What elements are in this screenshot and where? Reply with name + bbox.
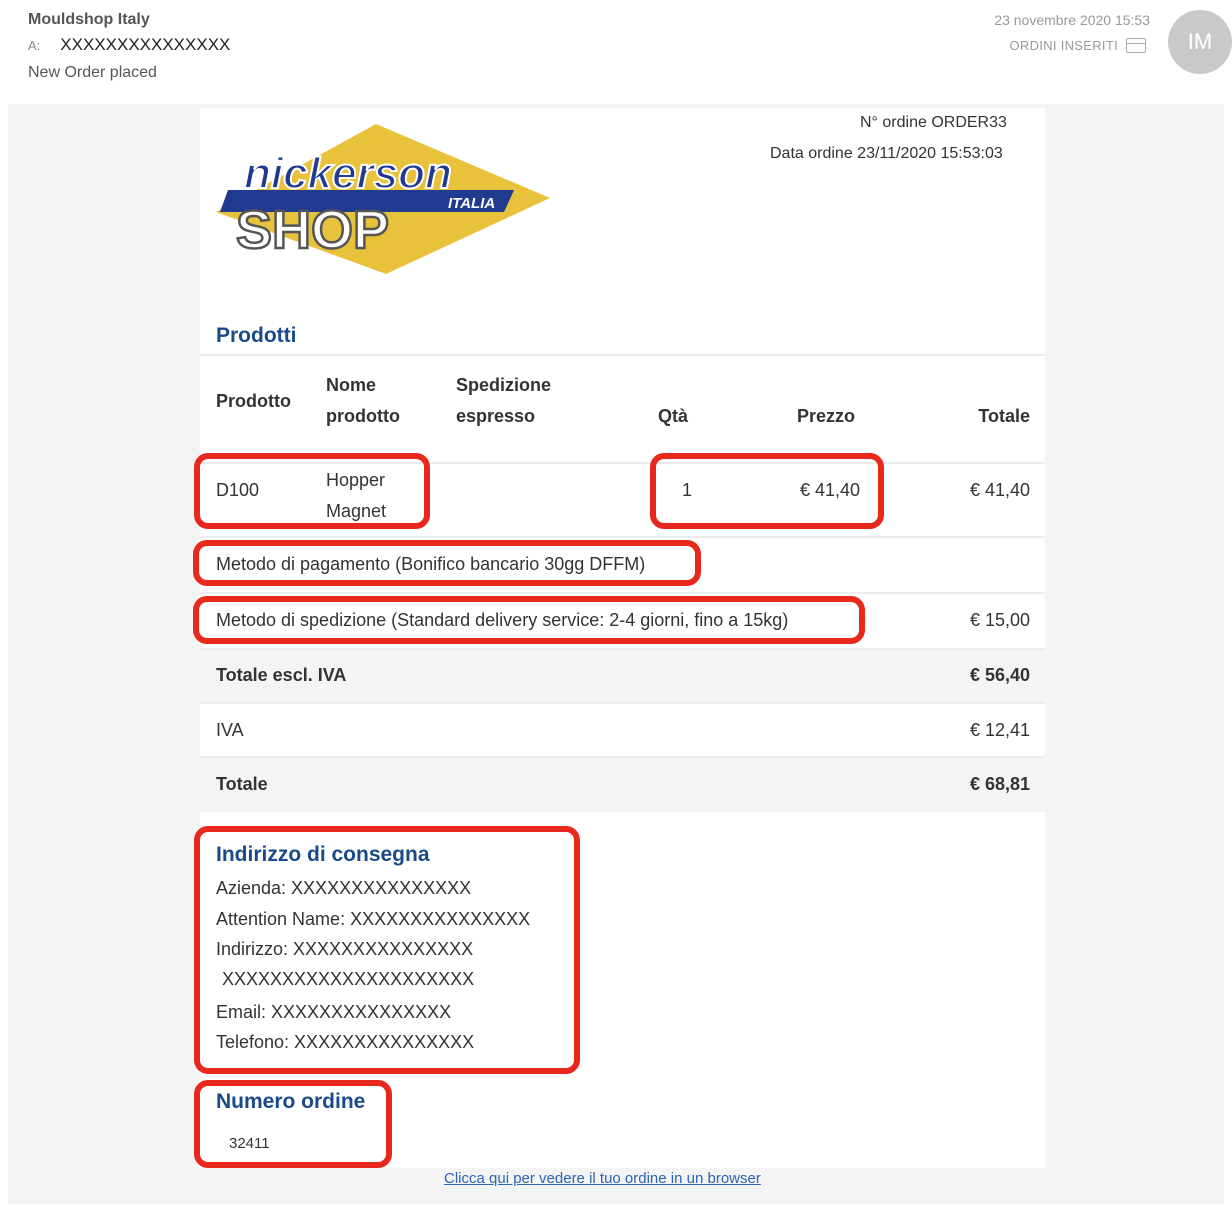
header-name-line1: Nome: [326, 375, 377, 395]
product-price: € 41,40: [799, 480, 860, 500]
subtotal-label: Totale escl. IVA: [216, 665, 347, 685]
delivery-phone: Telefono: XXXXXXXXXXXXXXX: [216, 1032, 475, 1052]
product-name-line1: Hopper: [326, 470, 386, 490]
shipping-method: Metodo di spedizione (Standard delivery …: [216, 610, 789, 630]
product-code: D100: [216, 480, 260, 500]
mail-header: Mouldshop Italy A: XXXXXXXXXXXXXXX New Or…: [0, 0, 1232, 104]
folder-label: ORDINI INSERITI: [1009, 38, 1118, 53]
products-title: Prodotti: [216, 324, 297, 347]
total-value: € 68,81: [969, 774, 1030, 794]
total-row: [200, 756, 1045, 812]
vat-row: [200, 702, 1045, 758]
product-name-line2: Magnet: [326, 501, 387, 521]
product-total: € 41,40: [969, 480, 1030, 500]
mail-subject: New Order placed: [28, 64, 157, 81]
view-in-browser-link[interactable]: Clicca qui per vedere il tuo ordine in u…: [444, 1170, 761, 1187]
recipient-address[interactable]: XXXXXXXXXXXXXXX: [60, 35, 230, 54]
header-name-line2: prodotto: [326, 406, 400, 426]
folder-icon: [1126, 38, 1146, 53]
avatar[interactable]: IM: [1168, 10, 1232, 74]
header-total: Totale: [978, 406, 1030, 426]
shipping-amount: € 15,00: [969, 610, 1030, 630]
header-shipping-line2: espresso: [456, 406, 536, 426]
delivery-address: Indirizzo: XXXXXXXXXXXXXXX: [216, 939, 474, 959]
logo-sub-text: ITALIA: [448, 195, 495, 212]
mail-folder[interactable]: ORDINI INSERITI: [1009, 38, 1146, 53]
vat-value: € 12,41: [969, 720, 1030, 740]
sender-name: Mouldshop Italy: [28, 11, 150, 28]
logo-top-text: nickerson: [244, 149, 452, 198]
delivery-company: Azienda: XXXXXXXXXXXXXXX: [216, 878, 472, 898]
delivery-address-title: Indirizzo di consegna: [216, 843, 430, 866]
order-date-line: Data ordine 23/11/2020 15:53:03: [770, 145, 1003, 162]
recipient-line: A: XXXXXXXXXXXXXXX: [28, 35, 230, 55]
order-number-title: Numero ordine: [216, 1090, 366, 1113]
logo-bottom-text: SHOP: [236, 200, 389, 260]
header-qty: Qtà: [658, 406, 689, 426]
order-number-value: 32411: [229, 1135, 270, 1152]
header-product: Prodotto: [216, 391, 291, 411]
subtotal-value: € 56,40: [969, 665, 1030, 685]
mail-date: 23 novembre 2020 15:53: [994, 12, 1150, 28]
header-shipping-line1: Spedizione: [456, 375, 552, 395]
order-number-line: N° ordine ORDER33: [860, 114, 1007, 131]
payment-method: Metodo di pagamento (Bonifico bancario 3…: [216, 554, 646, 574]
product-qty: 1: [682, 480, 693, 500]
vat-label: IVA: [216, 720, 244, 740]
header-price: Prezzo: [797, 406, 856, 426]
to-label: A:: [28, 38, 41, 53]
nickerson-shop-logo: nickerson ITALIA SHOP: [216, 124, 550, 274]
delivery-attention: Attention Name: XXXXXXXXXXXXXXX: [216, 909, 531, 929]
delivery-email: Email: XXXXXXXXXXXXXXX: [216, 1002, 452, 1022]
delivery-address-line2: XXXXXXXXXXXXXXXXXXXXX: [222, 969, 475, 989]
total-label: Totale: [216, 774, 268, 794]
